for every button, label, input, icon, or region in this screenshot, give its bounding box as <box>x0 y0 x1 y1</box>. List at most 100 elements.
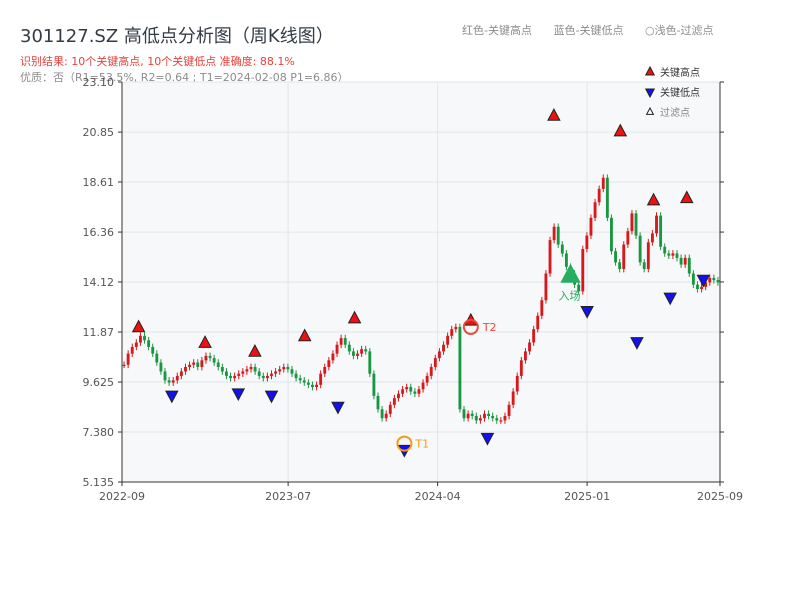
candle-body <box>401 389 405 394</box>
x-tick-label: 2025-09 <box>697 490 743 503</box>
x-tick-label: 2024-04 <box>415 490 461 503</box>
candle-body <box>708 277 712 283</box>
candle-body <box>696 284 699 290</box>
candle-body <box>241 371 245 374</box>
candle-body <box>343 338 347 345</box>
y-tick-label: 11.87 <box>83 326 115 339</box>
x-tick-label: 2025-01 <box>564 490 610 503</box>
legend-high-label: 关键高点 <box>660 66 700 79</box>
candle-body <box>474 415 478 421</box>
candle-body <box>503 415 507 421</box>
candle-body <box>376 395 380 410</box>
candle-body <box>716 280 720 283</box>
candle <box>605 174 609 222</box>
candle-body <box>233 375 237 379</box>
candle-body <box>319 373 323 385</box>
candle-body <box>270 373 273 376</box>
candle-body <box>143 335 146 341</box>
candle-body <box>544 273 548 301</box>
candle <box>634 210 638 239</box>
candle-body <box>491 415 495 419</box>
candle-body <box>433 358 437 367</box>
candle-body <box>249 366 253 370</box>
candle-body <box>397 393 400 399</box>
candle-body <box>610 217 613 252</box>
candle-body <box>626 231 630 245</box>
candle <box>581 245 585 295</box>
candle-body <box>556 226 560 245</box>
candle-body <box>630 213 634 232</box>
candle-body <box>454 326 458 330</box>
candle-body <box>315 384 318 388</box>
candle <box>368 348 372 378</box>
candle-body <box>179 371 183 376</box>
candle <box>687 254 691 277</box>
candle-body <box>200 360 204 367</box>
candle-body <box>450 329 454 336</box>
candle-body <box>413 391 417 394</box>
candle-body <box>163 371 167 381</box>
candle-body <box>679 257 683 265</box>
y-tick-label: 23.10 <box>83 76 115 89</box>
x-tick-label: 2022-09 <box>99 490 145 503</box>
candle-body <box>470 413 474 416</box>
y-tick-label: 9.625 <box>83 376 115 389</box>
candle-body <box>483 413 486 419</box>
candle-body <box>442 344 445 352</box>
candle-body <box>614 251 617 263</box>
candle <box>544 270 548 304</box>
candle-body <box>208 355 212 359</box>
candle-body <box>245 369 249 372</box>
candle-body <box>691 273 695 285</box>
candle-body <box>487 413 491 416</box>
candle-body <box>437 351 441 359</box>
candle-body <box>331 353 335 361</box>
candle-body <box>384 413 388 419</box>
candle-body <box>634 213 638 236</box>
y-tick-label: 14.12 <box>83 276 115 289</box>
candle-body <box>327 360 331 367</box>
candle-body <box>286 366 290 370</box>
candle-body <box>388 404 392 414</box>
candle-body <box>212 358 216 363</box>
t2-label: T2 <box>482 321 497 334</box>
candle-body <box>499 420 503 422</box>
candle <box>458 323 462 413</box>
candle-body <box>184 366 187 372</box>
candle-body <box>519 360 523 376</box>
candle-body <box>306 382 310 385</box>
candle-body <box>593 202 597 218</box>
candle-body <box>524 351 527 361</box>
candle-body <box>507 404 511 416</box>
entry-label: 入场 <box>559 289 581 303</box>
candle-body <box>188 364 192 367</box>
candle-body <box>622 244 626 270</box>
candle-body <box>257 371 261 376</box>
candle-body <box>589 217 593 236</box>
candle-body <box>601 177 605 189</box>
candle-body <box>175 375 179 381</box>
candle-body <box>605 177 609 218</box>
candle <box>622 241 626 273</box>
candle-body <box>458 326 462 410</box>
candle-body <box>700 286 704 290</box>
candle-body <box>659 215 663 247</box>
candle-body <box>204 355 208 361</box>
candle-body <box>585 235 589 249</box>
candle <box>630 210 634 235</box>
candle-body <box>122 364 126 366</box>
candle-body <box>159 362 163 372</box>
candle-body <box>511 391 515 405</box>
candle-body <box>351 351 355 356</box>
candle-body <box>618 262 622 270</box>
candle-body <box>298 378 302 381</box>
candle-body <box>495 418 499 421</box>
candle-body <box>532 329 536 343</box>
y-tick-label: 7.380 <box>83 426 115 439</box>
candle-body <box>265 375 269 379</box>
candle-body <box>429 366 433 376</box>
candle-body <box>134 342 138 347</box>
y-tick-label: 18.61 <box>83 176 115 189</box>
y-tick-label: 20.85 <box>83 126 115 139</box>
candle-body <box>138 335 142 343</box>
